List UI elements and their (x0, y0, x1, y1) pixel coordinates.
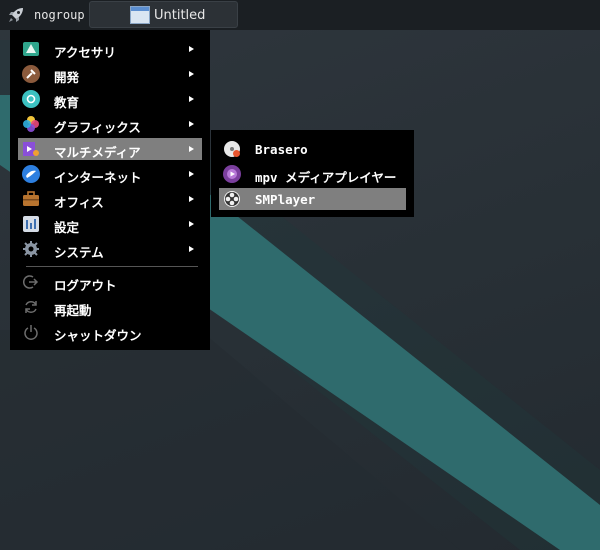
submenu-arrow-icon (189, 171, 194, 177)
menu-item-brasero[interactable]: Brasero (219, 138, 406, 160)
menu-item-label: SMPlayer (255, 192, 316, 207)
logout-icon (22, 273, 40, 291)
app-launcher-button[interactable] (4, 4, 28, 26)
taskbar-window-label: Untitled (154, 8, 206, 23)
menu-item-internet[interactable]: インターネット (18, 163, 202, 185)
office-icon (22, 190, 40, 208)
system-icon (22, 240, 40, 258)
menu-item-label: 教育 (54, 95, 80, 110)
submenu-arrow-icon (189, 121, 194, 127)
rocket-icon (9, 8, 23, 22)
internet-icon (22, 165, 40, 183)
settings-icon (22, 215, 40, 233)
menu-item-label: 開発 (54, 70, 80, 85)
shutdown-icon (22, 323, 40, 341)
multimedia-icon (22, 140, 40, 158)
menu-item-label: マルチメディア (54, 145, 141, 160)
window-icon (130, 6, 150, 24)
taskbar-window-button[interactable]: Untitled (89, 1, 238, 28)
menu-item-settings[interactable]: 設定 (18, 213, 202, 235)
development-icon (22, 65, 40, 83)
menu-item-label: アクセサリ (54, 45, 116, 60)
menu-item-label: Brasero (255, 142, 308, 157)
submenu-arrow-icon (189, 46, 194, 52)
menu-item-graphics[interactable]: グラフィックス (18, 113, 202, 135)
menu-item-label: オフィス (54, 195, 104, 210)
panel-username: nogroup (34, 8, 85, 22)
multimedia-submenu: Brasero mpv メディアプレイヤー SMPlayer (211, 130, 414, 217)
menu-item-development[interactable]: 開発 (18, 63, 202, 85)
submenu-arrow-icon (189, 246, 194, 252)
graphics-icon (22, 115, 40, 133)
menu-item-shutdown[interactable]: シャットダウン (18, 321, 202, 343)
restart-icon (22, 298, 40, 316)
menu-item-accessories[interactable]: アクセサリ (18, 38, 202, 60)
submenu-arrow-icon (189, 196, 194, 202)
menu-item-logout[interactable]: ログアウト (18, 271, 202, 293)
menu-item-smplayer[interactable]: SMPlayer (219, 188, 406, 210)
menu-item-label: 設定 (54, 220, 80, 235)
submenu-arrow-icon (189, 221, 194, 227)
menu-item-education[interactable]: 教育 (18, 88, 202, 110)
smplayer-icon (223, 190, 241, 208)
submenu-arrow-icon (189, 96, 194, 102)
menu-item-label: システム (54, 245, 104, 260)
mpv-icon (223, 165, 241, 183)
top-panel: nogroup Untitled (0, 0, 600, 30)
accessories-icon (22, 40, 40, 58)
education-icon (22, 90, 40, 108)
menu-item-restart[interactable]: 再起動 (18, 296, 202, 318)
brasero-icon (223, 140, 241, 158)
submenu-arrow-icon (189, 146, 194, 152)
menu-item-mpv[interactable]: mpv メディアプレイヤー (219, 163, 406, 185)
submenu-arrow-icon (189, 71, 194, 77)
menu-item-label: ログアウト (54, 278, 117, 293)
main-menu: アクセサリ 開発 教育 グラフィックス マルチメディア インターネット オフィス… (10, 30, 210, 350)
menu-item-label: mpv メディアプレイヤー (255, 170, 397, 185)
menu-item-multimedia[interactable]: マルチメディア (18, 138, 202, 160)
menu-separator (26, 266, 198, 267)
menu-item-label: インターネット (54, 170, 142, 185)
menu-item-label: シャットダウン (54, 328, 142, 343)
menu-item-label: 再起動 (54, 303, 92, 318)
menu-item-system[interactable]: システム (18, 238, 202, 260)
menu-item-office[interactable]: オフィス (18, 188, 202, 210)
menu-item-label: グラフィックス (54, 120, 141, 135)
